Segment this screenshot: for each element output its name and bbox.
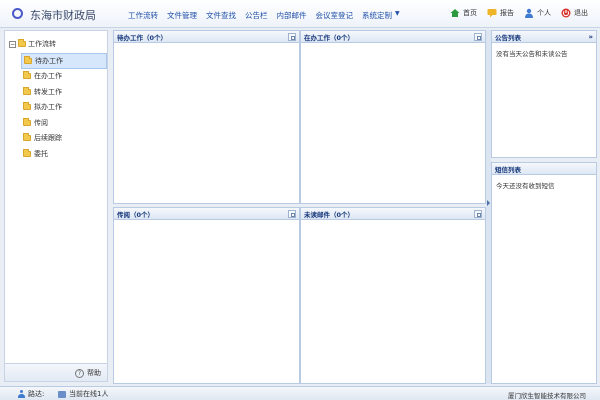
chevron-down-icon[interactable]: ▼ <box>395 10 400 21</box>
tree-item-label: 在办工作 <box>34 72 62 81</box>
tree-item-label: 传阅 <box>34 118 48 127</box>
tree-item-label: 待办工作 <box>35 56 63 65</box>
logout-button[interactable]: 退出 <box>561 8 588 18</box>
sms-panel: 短信列表 今天还没有收到短信 <box>491 162 597 384</box>
tree-list: 待办工作 在办工作 转发工作 拟办工作 传阅 后续跟踪 委托 <box>21 53 107 162</box>
tree-item-draft[interactable]: 拟办工作 <box>21 100 107 116</box>
panel-title: 短信列表 <box>495 165 521 174</box>
sms-empty-text: 今天还没有收到短信 <box>496 182 555 190</box>
maximize-icon[interactable] <box>288 32 296 41</box>
announcement-panel: 公告列表 » 没有当天公告和未读公告 <box>491 30 597 158</box>
logo-icon <box>12 8 23 19</box>
status-bar: 路达: 当前在线1人 厦门欣生智能技术有限公司 <box>0 386 600 400</box>
home-button[interactable]: 首页 <box>450 8 477 18</box>
panel-header: 待办工作（0个） <box>114 31 299 43</box>
pending-work-panel: 待办工作（0个） <box>113 30 300 204</box>
nav-internal-mail[interactable]: 内部邮件 <box>277 10 307 21</box>
panel-title: 未读邮件（0个） <box>304 210 355 219</box>
announcement-empty-text: 没有当天公告和未读公告 <box>496 50 568 58</box>
personal-button[interactable]: 个人 <box>524 8 551 18</box>
tree-item-in-progress[interactable]: 在办工作 <box>21 69 107 85</box>
report-label: 报告 <box>500 9 514 17</box>
nav-file-management[interactable]: 文件管理 <box>167 10 197 21</box>
chat-bubble-icon <box>487 9 497 18</box>
tree-item-label: 转发工作 <box>34 87 62 96</box>
help-button[interactable]: ? 帮助 <box>75 368 101 378</box>
power-icon <box>561 8 571 18</box>
folder-icon <box>23 148 31 157</box>
maximize-icon[interactable] <box>474 32 482 41</box>
user-icon <box>525 8 533 18</box>
online-users-label: 当前在线1人 <box>69 390 109 398</box>
user-icon <box>18 390 25 398</box>
topbar-actions: 首页 报告 个人 退出 <box>450 8 588 18</box>
panel-title: 待办工作（0个） <box>117 33 168 42</box>
status-user: 路达: <box>18 389 44 399</box>
tree-root-label: 工作流转 <box>28 40 56 48</box>
online-users[interactable]: 当前在线1人 <box>58 389 108 399</box>
help-icon: ? <box>75 368 84 378</box>
help-label: 帮助 <box>87 369 101 377</box>
folder-icon <box>24 55 32 64</box>
main-nav: 工作流转 文件管理 文件查找 公告栏 内部邮件 会议室登记 系统定制 ▼ <box>128 10 400 21</box>
tree-item-label: 后续跟踪 <box>34 134 62 143</box>
nav-system-custom[interactable]: 系统定制 <box>362 10 392 21</box>
folder-icon <box>23 86 31 95</box>
panel-header: 短信列表 <box>492 163 596 175</box>
sidebar: − 工作流转 待办工作 在办工作 转发工作 拟办工作 传阅 后续跟踪 委托 ? … <box>4 30 108 382</box>
circulate-panel: 传阅（0个） <box>113 207 300 384</box>
panel-header: 未读邮件（0个） <box>301 208 485 220</box>
nav-file-search[interactable]: 文件查找 <box>206 10 236 21</box>
unread-mail-panel: 未读邮件（0个） <box>300 207 486 384</box>
panel-header: 公告列表 » <box>492 31 596 43</box>
tree-item-circulate[interactable]: 传阅 <box>21 115 107 131</box>
arrow-right-icon[interactable] <box>487 200 490 206</box>
nav-meeting-room[interactable]: 会议室登记 <box>316 10 354 21</box>
folder-icon <box>23 133 31 142</box>
tree-item-label: 拟办工作 <box>34 103 62 112</box>
home-label: 首页 <box>463 9 477 17</box>
panel-header: 传阅（0个） <box>114 208 299 220</box>
company-name: 厦门欣生智能技术有限公司 <box>508 392 586 400</box>
maximize-icon[interactable] <box>288 209 296 218</box>
nav-workflow[interactable]: 工作流转 <box>128 10 158 21</box>
home-icon <box>450 9 460 17</box>
collapse-right-icon[interactable]: » <box>588 33 593 41</box>
top-header: 东海市财政局 工作流转 文件管理 文件查找 公告栏 内部邮件 会议室登记 系统定… <box>0 0 600 28</box>
panel-title: 传阅（0个） <box>117 210 155 219</box>
report-button[interactable]: 报告 <box>487 8 514 18</box>
panel-header: 在办工作（0个） <box>301 31 485 43</box>
tree-item-pending[interactable]: 待办工作 <box>21 53 107 69</box>
folder-icon <box>23 102 31 111</box>
collapse-toggle-icon[interactable]: − <box>9 40 16 48</box>
nav-bulletin[interactable]: 公告栏 <box>245 10 268 21</box>
folder-icon <box>23 71 31 80</box>
panel-title: 公告列表 <box>495 33 521 42</box>
app-title: 东海市财政局 <box>30 9 96 22</box>
tree-item-label: 委托 <box>34 149 48 158</box>
personal-label: 个人 <box>537 9 551 17</box>
online-users-icon <box>58 390 66 398</box>
sidebar-footer: ? 帮助 <box>5 363 107 381</box>
folder-icon <box>18 39 26 47</box>
folder-icon <box>23 117 31 126</box>
in-progress-work-panel: 在办工作（0个） <box>300 30 486 204</box>
panel-title: 在办工作（0个） <box>304 33 355 42</box>
maximize-icon[interactable] <box>474 209 482 218</box>
tree-item-forwarded[interactable]: 转发工作 <box>21 84 107 100</box>
logout-label: 退出 <box>574 9 588 17</box>
tree-root[interactable]: − 工作流转 <box>9 39 56 49</box>
tree-item-followup[interactable]: 后续跟踪 <box>21 131 107 147</box>
status-user-label: 路达: <box>28 390 45 398</box>
tree-item-delegate[interactable]: 委托 <box>21 146 107 162</box>
